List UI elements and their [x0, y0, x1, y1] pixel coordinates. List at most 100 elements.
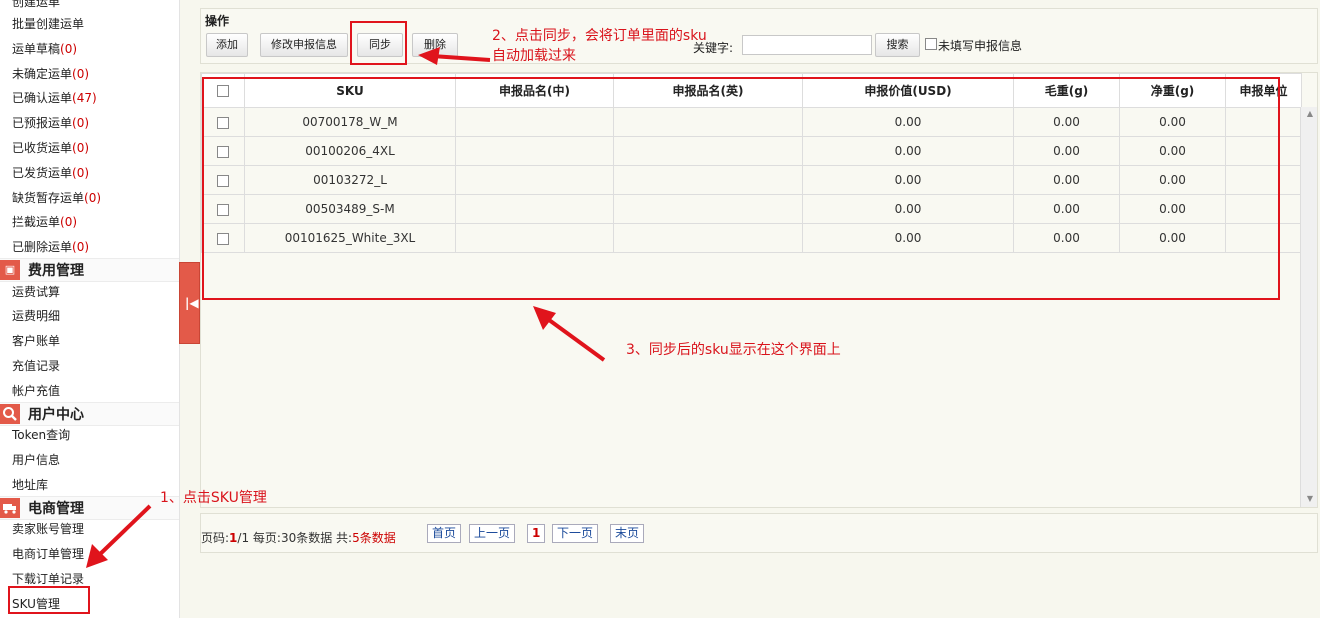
header-declared-value[interactable]: 申报价值(USD)	[802, 73, 1014, 108]
next-page-button[interactable]: 下一页	[552, 524, 599, 543]
cell-name-en	[613, 107, 803, 137]
cell-gross: 0.00	[1013, 107, 1120, 137]
table-row[interactable]: 00700178_W_M 0.00 0.00 0.00	[201, 107, 1302, 137]
sidebar-item-fee-trial[interactable]: 运费试算	[12, 282, 60, 302]
section-title: 电商管理	[28, 501, 84, 517]
annotation-step2-line2: 自动加载过来	[492, 48, 576, 64]
header-net-weight[interactable]: 净重(g)	[1119, 73, 1226, 108]
sidebar-item-confirmed[interactable]: 已确认运单(47)	[12, 88, 97, 108]
sidebar-item-intercepted[interactable]: 拦截运单(0)	[12, 212, 77, 232]
sidebar-item-shipped[interactable]: 已发货运单(0)	[12, 163, 89, 183]
table-header-row: SKU 申报品名(中) 申报品名(英) 申报价值(USD) 毛重(g) 净重(g…	[201, 73, 1302, 108]
cell-name-en	[613, 223, 803, 253]
add-button[interactable]: 添加	[206, 33, 248, 57]
table-row[interactable]: 00100206_4XL 0.00 0.00 0.00	[201, 136, 1302, 166]
sidebar-item-ecom-orders[interactable]: 电商订单管理	[12, 544, 84, 564]
cell-unit	[1225, 223, 1302, 253]
annotation-step3: 3、同步后的sku显示在这个界面上	[626, 342, 841, 358]
header-gross-weight[interactable]: 毛重(g)	[1013, 73, 1120, 108]
sidebar-item-unconfirmed[interactable]: 未确定运单(0)	[12, 64, 89, 84]
sidebar-item-create-waybill[interactable]: 创建运单	[12, 0, 60, 12]
table-row[interactable]: 00101625_White_3XL 0.00 0.00 0.00	[201, 223, 1302, 253]
table-row[interactable]: 00103272_L 0.00 0.00 0.00	[201, 165, 1302, 195]
cell-net: 0.00	[1119, 194, 1226, 224]
delete-button[interactable]: 删除	[412, 33, 458, 57]
sidebar-item-label: 拦截运单	[12, 215, 61, 229]
wallet-icon: ▣	[0, 260, 20, 280]
sidebar-item-user-info[interactable]: 用户信息	[12, 450, 60, 470]
operation-title: 操作	[205, 14, 230, 28]
section-ecommerce[interactable]: 电商管理	[0, 496, 179, 520]
sidebar-item-address-book[interactable]: 地址库	[12, 475, 48, 495]
section-user-center[interactable]: 用户中心	[0, 402, 179, 426]
table-row[interactable]: 00503489_S-M 0.00 0.00 0.00	[201, 194, 1302, 224]
select-all-checkbox[interactable]	[217, 85, 229, 97]
cell-value: 0.00	[802, 165, 1014, 195]
annotation-step1: 1、点击SKU管理	[160, 490, 267, 506]
truck-icon	[0, 498, 20, 518]
pager-info: 页码:1/1 每页:30条数据 共:5条数据	[201, 529, 396, 546]
page-number-button[interactable]: 1	[527, 524, 546, 543]
sku-table-container: SKU 申报品名(中) 申报品名(英) 申报价值(USD) 毛重(g) 净重(g…	[200, 72, 1318, 508]
row-checkbox[interactable]	[217, 145, 229, 158]
scroll-down-icon[interactable]: ▼	[1307, 494, 1313, 503]
cell-name-en	[613, 136, 803, 166]
sidebar-item-customer-bill[interactable]: 客户账单	[12, 331, 60, 351]
sidebar-item-label: 已确认运单	[12, 91, 73, 105]
cell-sku: 00101625_White_3XL	[244, 223, 456, 253]
cell-unit	[1225, 136, 1302, 166]
sidebar-item-label: 创建运单	[12, 0, 61, 9]
sidebar-item-sku-management[interactable]: SKU管理	[12, 594, 60, 614]
cell-value: 0.00	[802, 194, 1014, 224]
edit-declare-button[interactable]: 修改申报信息	[260, 33, 348, 57]
header-declare-unit[interactable]: 申报单位	[1225, 73, 1302, 108]
table-scrollbar[interactable]	[1300, 107, 1317, 507]
row-checkbox[interactable]	[217, 232, 229, 245]
total-pages: /1	[237, 531, 250, 545]
row-checkbox[interactable]	[217, 203, 229, 216]
sidebar-item-count: (0)	[60, 42, 78, 56]
sku-table: SKU 申报品名(中) 申报品名(英) 申报价值(USD) 毛重(g) 净重(g…	[201, 73, 1302, 253]
sync-button[interactable]: 同步	[357, 33, 403, 57]
sidebar-item-label: 批量创建运单	[12, 17, 85, 31]
sidebar-item-count: (0)	[72, 141, 90, 155]
cell-value: 0.00	[802, 107, 1014, 137]
sidebar-item-fee-detail[interactable]: 运费明细	[12, 306, 60, 326]
cell-net: 0.00	[1119, 223, 1226, 253]
row-checkbox[interactable]	[217, 116, 229, 129]
per-page-text: 每页:30条数据 共:	[249, 531, 353, 545]
sidebar-item-download-records[interactable]: 下载订单记录	[12, 569, 84, 589]
sidebar-item-batch-create[interactable]: 批量创建运单	[12, 14, 84, 34]
sidebar-item-label: 未确定运单	[12, 67, 73, 81]
header-name-cn[interactable]: 申报品名(中)	[455, 73, 614, 108]
sidebar-item-draft[interactable]: 运单草稿(0)	[12, 39, 77, 59]
header-name-en[interactable]: 申报品名(英)	[613, 73, 803, 108]
sidebar-item-count: (0)	[72, 116, 90, 130]
header-sku[interactable]: SKU	[244, 73, 456, 108]
cell-value: 0.00	[802, 136, 1014, 166]
cell-sku: 00100206_4XL	[244, 136, 456, 166]
search-button[interactable]: 搜索	[875, 33, 920, 57]
row-checkbox[interactable]	[217, 174, 229, 187]
sidebar-item-label: 运单草稿	[12, 42, 61, 56]
sidebar-item-received[interactable]: 已收货运单(0)	[12, 138, 89, 158]
sidebar-item-account-recharge[interactable]: 帐户充值	[12, 381, 60, 401]
cell-sku: 00700178_W_M	[244, 107, 456, 137]
sidebar-collapse-button[interactable]: |◀	[179, 262, 200, 344]
last-page-button[interactable]: 末页	[610, 524, 645, 543]
sidebar-item-recharge-record[interactable]: 充值记录	[12, 356, 60, 376]
cell-gross: 0.00	[1013, 223, 1120, 253]
section-fee-management[interactable]: ▣ 费用管理	[0, 258, 179, 282]
cell-name-cn	[455, 136, 614, 166]
sidebar-item-out-of-stock[interactable]: 缺货暂存运单(0)	[12, 188, 101, 208]
sidebar-item-seller-accounts[interactable]: 卖家账号管理	[12, 519, 84, 539]
sidebar-item-forecast[interactable]: 已预报运单(0)	[12, 113, 89, 133]
sidebar-item-token[interactable]: Token查询	[12, 425, 70, 445]
unfilled-declare-checkbox[interactable]	[925, 38, 937, 50]
scroll-up-icon[interactable]: ▲	[1307, 109, 1313, 118]
sidebar-item-deleted[interactable]: 已删除运单(0)	[12, 237, 89, 257]
keyword-input[interactable]	[742, 35, 872, 55]
prev-page-button[interactable]: 上一页	[469, 524, 516, 543]
sidebar-item-count: (0)	[72, 240, 90, 254]
first-page-button[interactable]: 首页	[427, 524, 462, 543]
